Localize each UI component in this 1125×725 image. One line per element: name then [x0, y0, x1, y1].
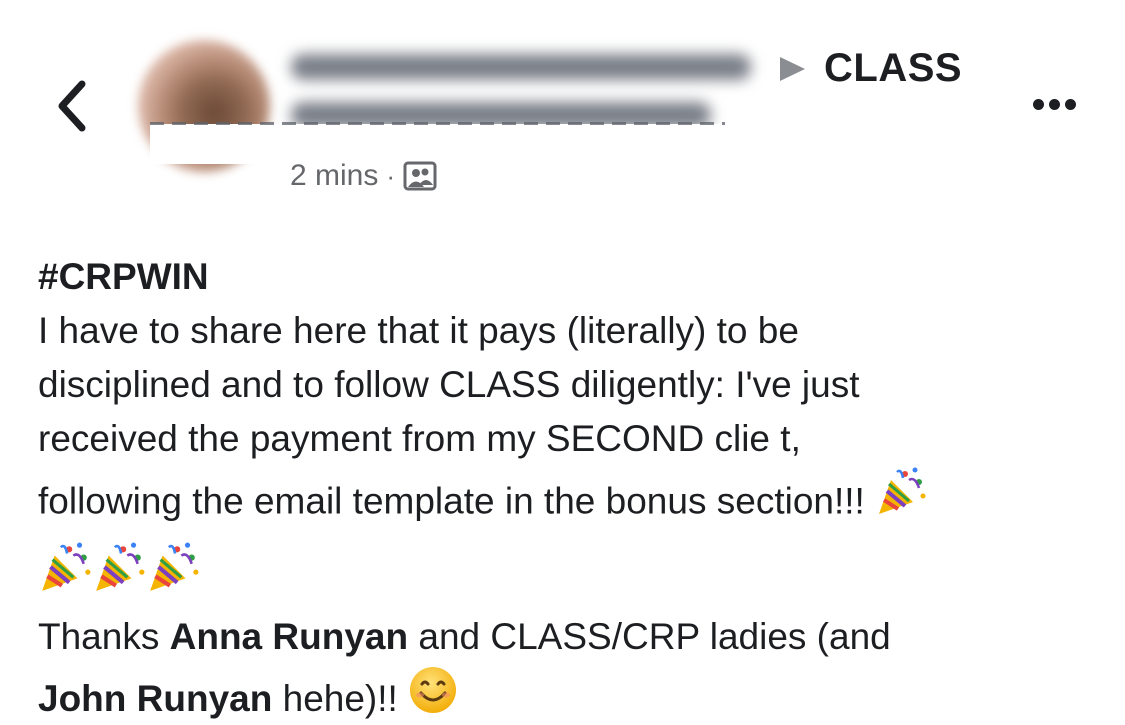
party-popper-icon [92, 541, 146, 610]
thanks-suffix: hehe)!! [272, 678, 398, 719]
post-hashtag[interactable]: #CRPWIN [38, 250, 1098, 304]
celebration-emoji-row [38, 541, 1098, 610]
thanks-middle: and CLASS/CRP ladies (and [408, 616, 891, 657]
more-dot [1048, 98, 1060, 110]
more-options-button[interactable] [1022, 88, 1086, 120]
back-button[interactable] [44, 70, 100, 142]
smiling-face-icon [408, 665, 458, 725]
more-dot [1064, 98, 1076, 110]
post-line: I have to share here that it pays (liter… [38, 310, 799, 351]
thanks-prefix: Thanks [38, 616, 170, 657]
group-audience-icon [403, 161, 437, 191]
post-line-with-emoji: following the email template in the bonu… [38, 466, 1098, 541]
party-popper-icon [146, 541, 200, 610]
group-name-link[interactable]: CLASS [824, 46, 962, 91]
more-horizontal-icon [1032, 98, 1044, 110]
party-popper-icon [38, 541, 92, 610]
post-meta: 2 mins · [290, 156, 437, 196]
mention-anna-runyan[interactable]: Anna Runyan [170, 616, 408, 657]
post-timestamp[interactable]: 2 mins [290, 159, 378, 193]
post-line: following the email template in the bonu… [38, 480, 865, 522]
chevron-left-icon [58, 80, 86, 132]
thanks-line-end: John Runyan hehe)!! [38, 664, 1098, 725]
redaction-mask [150, 124, 730, 164]
post-line: received the payment from my SECOND clie… [38, 418, 801, 459]
mention-john-runyan[interactable]: John Runyan [38, 678, 272, 719]
post-text: #CRPWIN I have to share here that it pay… [38, 250, 1098, 725]
thanks-line: Thanks Anna Runyan and CLASS/CRP ladies … [38, 610, 1098, 664]
post-header: CLASS 2 mins · [0, 0, 1125, 210]
triangle-right-icon [777, 55, 807, 83]
post-line: disciplined and to follow CLASS diligent… [38, 364, 860, 405]
redaction-line [150, 122, 725, 125]
meta-separator: · [386, 160, 396, 191]
party-popper-icon [875, 466, 927, 541]
